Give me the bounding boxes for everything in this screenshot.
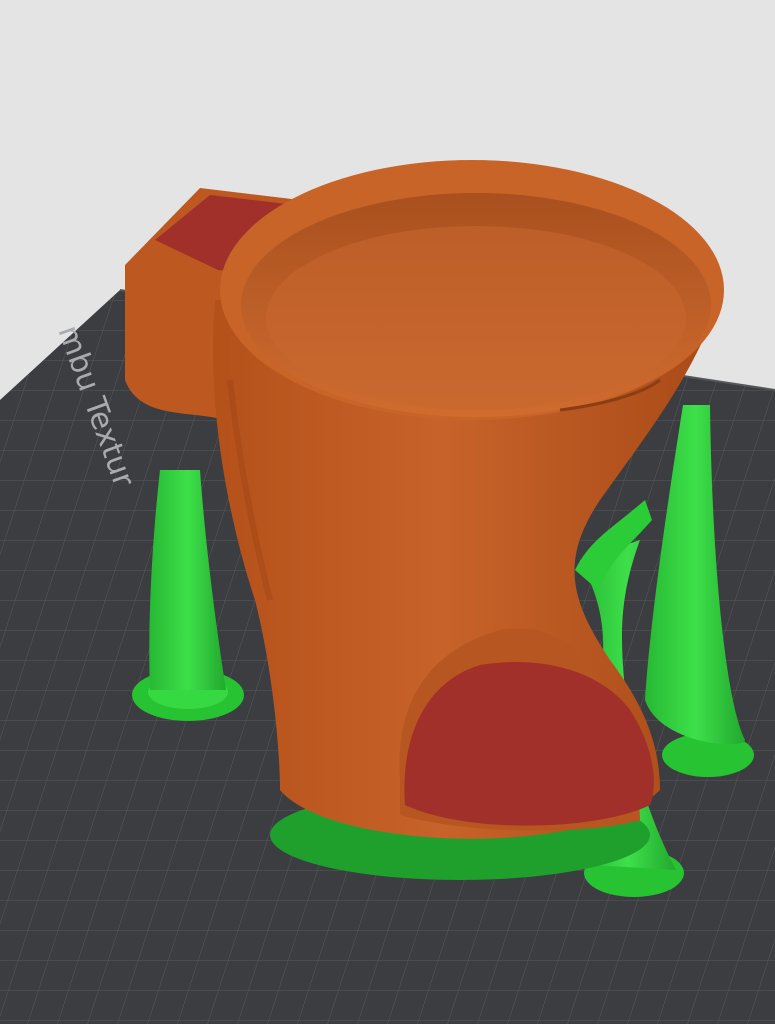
3d-viewport[interactable]: mbu Textur <box>0 0 775 1024</box>
slicer-scene[interactable]: mbu Textur <box>0 0 775 1024</box>
